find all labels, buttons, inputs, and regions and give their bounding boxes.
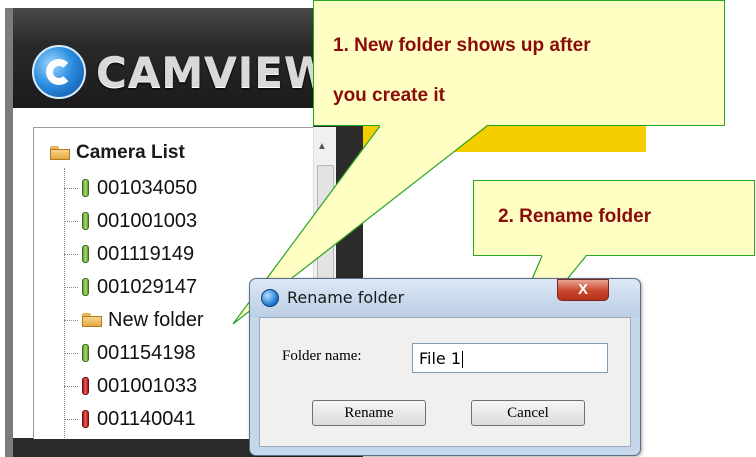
tree-item-camera[interactable]: 001140041 — [64, 404, 196, 434]
callout-new-folder: 1. New folder shows up after you create … — [313, 0, 725, 126]
camview-logo-icon — [32, 45, 86, 99]
tree-item-label: New folder — [108, 308, 204, 331]
camview-app-icon — [261, 289, 279, 307]
tree-item-label: 001001033 — [97, 374, 198, 397]
content-header-bar — [363, 122, 646, 152]
folder-icon — [50, 146, 70, 160]
tree-item-label: 001001003 — [97, 209, 198, 232]
dialog-titlebar[interactable]: Rename folder X — [250, 279, 640, 317]
tree-item-folder[interactable]: New folder — [64, 305, 204, 335]
camera-online-icon — [82, 212, 89, 230]
logo-text: CAMVIEW — [96, 47, 332, 97]
camera-online-icon — [82, 179, 89, 197]
folder-name-label: Folder name: — [282, 348, 362, 364]
tree-root-camera-list[interactable]: Camera List — [50, 138, 185, 168]
camera-online-icon — [82, 344, 89, 362]
text-caret — [462, 351, 464, 368]
callout-text: 1. New folder shows up after — [333, 35, 591, 56]
tree-item-camera[interactable]: 001001033 — [64, 371, 197, 401]
tree-item-camera[interactable]: 001001003 — [64, 206, 197, 236]
tree-item-camera[interactable]: 001154198 — [64, 338, 196, 368]
tree-item-camera[interactable]: 001034050 — [64, 173, 197, 203]
dialog-title: Rename folder — [287, 288, 405, 307]
camera-offline-icon — [82, 410, 89, 428]
rename-button[interactable]: Rename — [312, 400, 426, 426]
dialog-body: Folder name: File 1 Rename Cancel — [259, 317, 631, 447]
callout-rename-folder: 2. Rename folder — [473, 180, 755, 256]
close-button[interactable]: X — [557, 279, 609, 301]
window-border — [5, 8, 13, 457]
scroll-up-arrow-icon[interactable]: ▲ — [317, 141, 327, 152]
tree-item-camera[interactable]: 001119149 — [64, 239, 194, 269]
cancel-button[interactable]: Cancel — [471, 400, 585, 426]
tree-item-label: 001029147 — [97, 275, 198, 298]
camera-online-icon — [82, 245, 89, 263]
folder-name-value: File 1 — [419, 349, 462, 368]
camera-offline-icon — [82, 377, 89, 395]
tree-item-label: 001154198 — [97, 341, 196, 364]
app-logo: CAMVIEW — [32, 44, 331, 100]
tree-item-label: 001034050 — [97, 176, 198, 199]
tree-item-label: 001119149 — [97, 242, 195, 265]
callout-text: 2. Rename folder — [498, 206, 652, 227]
camera-online-icon — [82, 278, 89, 296]
tree-item-camera[interactable]: 001029147 — [64, 272, 197, 302]
tree-item-label: 001140041 — [97, 407, 196, 430]
rename-folder-dialog[interactable]: Rename folder X Folder name: File 1 Rena… — [249, 278, 641, 456]
tree-root-label: Camera List — [76, 142, 185, 163]
folder-icon — [82, 313, 102, 327]
callout-text: you create it — [333, 85, 445, 106]
folder-name-input[interactable]: File 1 — [412, 343, 608, 373]
